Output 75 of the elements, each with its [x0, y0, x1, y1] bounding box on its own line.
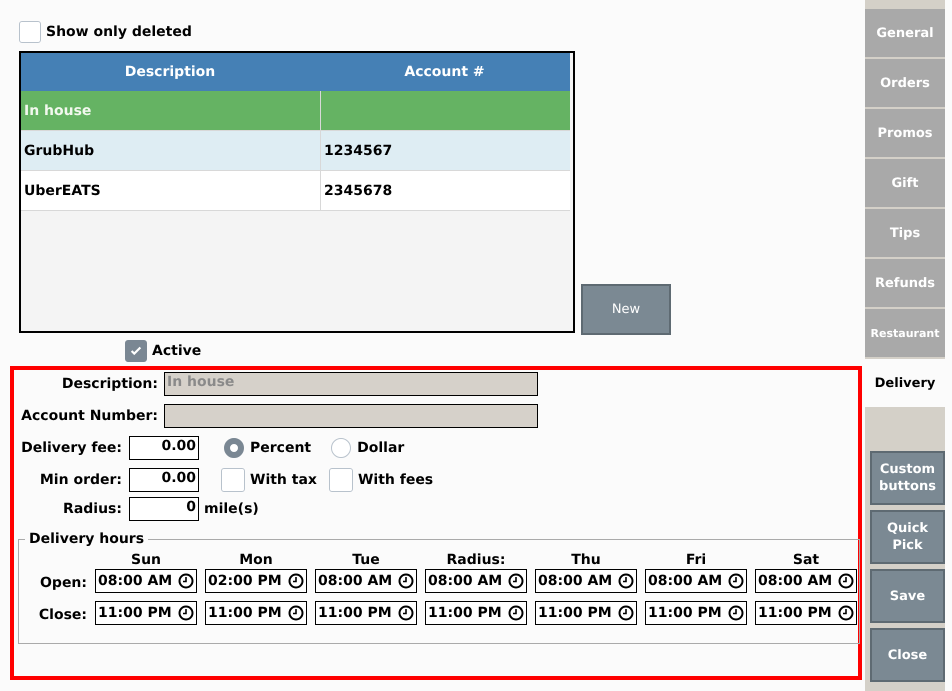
side-button[interactable]: Save: [870, 569, 945, 623]
time-field[interactable]: 08:00 AM: [315, 569, 417, 593]
checkbox-label: With fees: [358, 472, 434, 488]
time-field[interactable]: 08:00 AM: [535, 569, 637, 593]
side-button[interactable]: Close: [870, 628, 945, 682]
delivery-fee-field[interactable]: 0.00: [129, 436, 199, 460]
time-field[interactable]: 11:00 PM: [205, 601, 307, 625]
time-field[interactable]: 11:00 PM: [645, 601, 747, 625]
radio-label: Percent: [250, 440, 312, 456]
sidebar-tab[interactable]: Delivery: [865, 359, 945, 407]
checkbox[interactable]: [221, 468, 245, 492]
show-deleted-checkbox[interactable]: [19, 20, 41, 42]
day-header: Fri: [684, 553, 708, 567]
new-button[interactable]: New: [581, 284, 671, 335]
check-icon: [129, 344, 143, 358]
table-row[interactable]: UberEATS 2345678: [21, 171, 570, 211]
checkbox[interactable]: [328, 468, 353, 492]
clock-icon[interactable]: [508, 605, 524, 621]
day-header: Radius:: [446, 553, 506, 567]
clock-icon[interactable]: [618, 605, 634, 621]
description-label: Description:: [60, 376, 159, 392]
close-label: Close:: [38, 606, 87, 623]
delivery-fee-label: Delivery fee:: [20, 440, 123, 456]
time-field[interactable]: 08:00 AM: [425, 569, 527, 593]
open-label: Open:: [39, 574, 87, 591]
radio-button[interactable]: [331, 438, 352, 458]
active-checkbox[interactable]: [125, 340, 147, 362]
min-order-label: Min order:: [38, 472, 123, 488]
clock-icon[interactable]: [178, 605, 194, 621]
radio-label: Dollar: [357, 440, 404, 456]
table-cell: GrubHub: [21, 131, 321, 170]
radius-unit: mile(s): [204, 501, 259, 517]
time-field[interactable]: 08:00 AM: [645, 569, 747, 593]
time-field[interactable]: 11:00 PM: [755, 601, 857, 625]
time-field[interactable]: 11:00 PM: [425, 601, 527, 625]
table-row[interactable]: GrubHub 1234567: [21, 131, 570, 171]
clock-icon[interactable]: [288, 605, 304, 621]
clock-icon[interactable]: [288, 573, 304, 589]
side-button[interactable]: Quick Pick: [870, 510, 945, 564]
time-field[interactable]: 11:00 PM: [535, 601, 637, 625]
time-field[interactable]: 08:00 AM: [95, 569, 197, 593]
clock-icon[interactable]: [728, 605, 744, 621]
delivery-hours-title: Delivery hours: [28, 531, 146, 547]
column-header[interactable]: Description: [21, 64, 319, 80]
day-header: Sun: [130, 553, 162, 567]
clock-icon[interactable]: [178, 573, 194, 589]
day-header: Tue: [351, 553, 381, 567]
day-header: Thu: [570, 553, 602, 567]
time-field[interactable]: 11:00 PM: [95, 601, 197, 625]
side-button[interactable]: Custom buttons: [870, 451, 945, 505]
clock-icon[interactable]: [838, 573, 854, 589]
table-cell: UberEATS: [21, 171, 321, 210]
clock-icon[interactable]: [618, 573, 634, 589]
time-field[interactable]: 02:00 PM: [205, 569, 307, 593]
column-header[interactable]: Account #: [319, 64, 570, 80]
show-deleted-label: Show only deleted: [46, 24, 192, 40]
time-field[interactable]: 11:00 PM: [315, 601, 417, 625]
radio-button[interactable]: [224, 438, 244, 458]
clock-icon[interactable]: [728, 573, 744, 589]
day-header: Sat: [792, 553, 820, 567]
table-cell-text: 1234567: [323, 142, 392, 160]
time-field[interactable]: 08:00 AM: [755, 569, 857, 593]
clock-icon[interactable]: [508, 573, 524, 589]
account-number-label: Account Number:: [20, 408, 159, 424]
table-cell: In house: [21, 91, 321, 130]
clock-icon[interactable]: [398, 605, 414, 621]
radius-label: Radius:: [62, 501, 123, 517]
radius-field[interactable]: 0: [129, 497, 199, 521]
day-header: Mon: [238, 553, 274, 567]
clock-icon[interactable]: [398, 573, 414, 589]
clock-icon[interactable]: [838, 605, 854, 621]
table-cell-text: 2345678: [323, 182, 392, 200]
min-order-field[interactable]: 0.00: [129, 468, 199, 492]
active-label: Active: [152, 343, 202, 359]
checkbox-label: With tax: [250, 472, 317, 488]
